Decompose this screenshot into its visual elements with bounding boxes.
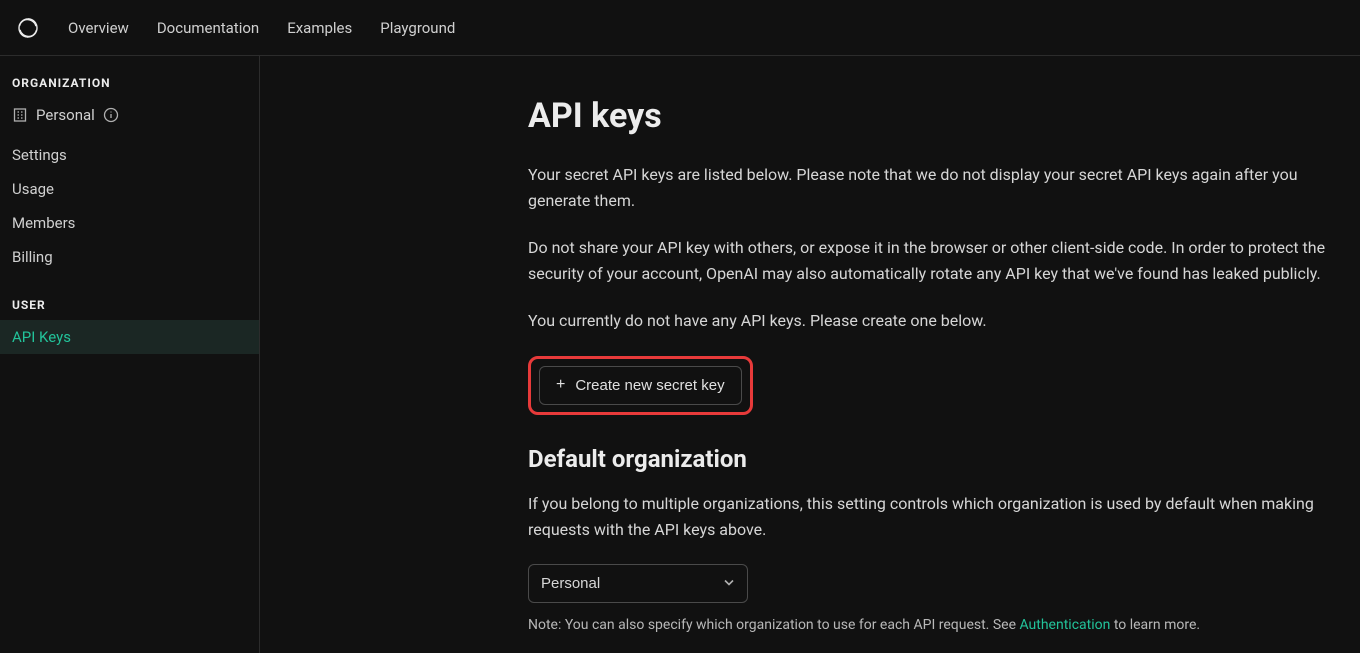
- no-keys-paragraph: You currently do not have any API keys. …: [528, 308, 1348, 334]
- default-org-paragraph: If you belong to multiple organizations,…: [528, 491, 1348, 542]
- sidebar-heading-organization: ORGANIZATION: [0, 76, 259, 98]
- nav-documentation[interactable]: Documentation: [157, 19, 259, 37]
- default-org-select-wrap: Personal: [528, 564, 748, 603]
- topnav: Overview Documentation Examples Playgrou…: [0, 0, 1360, 56]
- note-suffix: to learn more.: [1110, 617, 1200, 633]
- sidebar-item-members[interactable]: Members: [0, 206, 259, 240]
- sidebar-org-name: Personal: [36, 106, 95, 124]
- intro-paragraph-1: Your secret API keys are listed below. P…: [528, 162, 1348, 213]
- nav-examples[interactable]: Examples: [287, 19, 352, 37]
- building-icon: [12, 107, 28, 123]
- sidebar-item-billing[interactable]: Billing: [0, 240, 259, 274]
- default-org-heading: Default organization: [528, 445, 1348, 473]
- info-icon: [103, 107, 119, 123]
- page-title: API keys: [528, 96, 1348, 136]
- default-org-select-value: Personal: [541, 575, 600, 592]
- sidebar-item-usage[interactable]: Usage: [0, 172, 259, 206]
- sidebar-heading-user: USER: [0, 298, 259, 320]
- create-secret-key-button[interactable]: + Create new secret key: [539, 366, 742, 405]
- openai-logo-icon: [16, 16, 40, 40]
- note-prefix: Note: You can also specify which organiz…: [528, 617, 1019, 633]
- create-secret-key-label: Create new secret key: [575, 377, 724, 394]
- nav-overview[interactable]: Overview: [68, 19, 129, 37]
- sidebar-item-settings[interactable]: Settings: [0, 138, 259, 172]
- highlight-box: + Create new secret key: [528, 356, 753, 415]
- sidebar-item-api-keys[interactable]: API Keys: [0, 320, 259, 354]
- note-text: Note: You can also specify which organiz…: [528, 617, 1348, 633]
- sidebar-org-selector[interactable]: Personal: [0, 98, 259, 138]
- authentication-link[interactable]: Authentication: [1019, 617, 1110, 633]
- sidebar: ORGANIZATION Personal: [0, 56, 260, 653]
- nav-playground[interactable]: Playground: [380, 19, 455, 37]
- main-content: API keys Your secret API keys are listed…: [260, 56, 1360, 653]
- default-org-select[interactable]: Personal: [528, 564, 748, 603]
- plus-icon: +: [556, 377, 565, 393]
- topnav-links: Overview Documentation Examples Playgrou…: [68, 19, 455, 37]
- intro-paragraph-2: Do not share your API key with others, o…: [528, 235, 1348, 286]
